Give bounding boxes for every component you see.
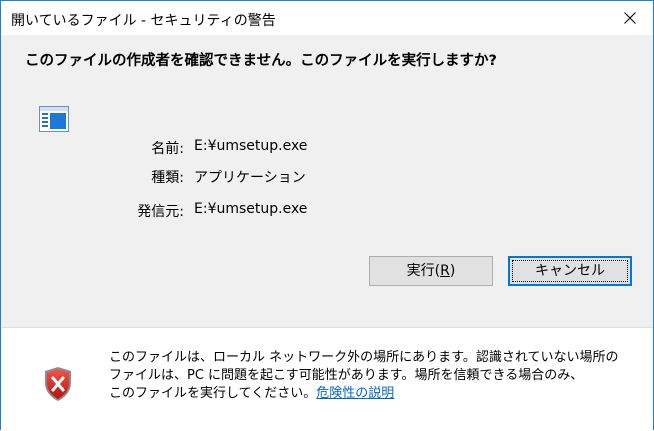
warning-line-3-text: このファイルを実行してください。 [109, 386, 317, 401]
run-accelerator-key: R [440, 263, 450, 279]
warning-line-2: ファイルは、PC に問題を起こす可能性があります。場所を信頼できる場合のみ、 [109, 368, 584, 383]
run-button[interactable]: 実行(R) [369, 256, 493, 286]
cancel-button[interactable]: キャンセル [508, 256, 632, 286]
application-icon [39, 106, 69, 132]
warning-line-3: このファイルを実行してください。危険性の説明 [109, 385, 649, 403]
warning-message: このファイルは、ローカル ネットワーク外の場所にあります。認識されていない場所の… [109, 349, 649, 403]
name-value: E:¥umsetup.exe [194, 138, 308, 154]
security-warning-dialog: 開いているファイル - セキュリティの警告 このファイルの作成者を確認できません… [0, 0, 654, 431]
run-question: このファイルの作成者を確認できません。このファイルを実行しますか? [25, 53, 497, 69]
warning-line-1: このファイルは、ローカル ネットワーク外の場所にあります。認識されていない場所の [109, 350, 619, 365]
title-bar[interactable]: 開いているファイル - セキュリティの警告 [1, 1, 653, 35]
close-icon [624, 12, 636, 24]
type-value: アプリケーション [194, 170, 306, 186]
publisher-label: 発信元: [137, 204, 184, 220]
window-title: 開いているファイル - セキュリティの警告 [11, 13, 276, 29]
run-button-label: 実行( [406, 263, 441, 279]
publisher-value: E:¥umsetup.exe [194, 201, 308, 217]
close-button[interactable] [607, 1, 653, 35]
name-label: 名前: [151, 141, 184, 157]
type-label: 種類: [151, 170, 184, 186]
security-shield-icon [43, 366, 73, 402]
cancel-button-label: キャンセル [535, 263, 605, 279]
cancel-focus-ring: キャンセル [512, 260, 628, 282]
risk-explanation-link[interactable]: 危険性の説明 [316, 386, 394, 401]
run-button-label-suffix: ) [449, 263, 456, 279]
